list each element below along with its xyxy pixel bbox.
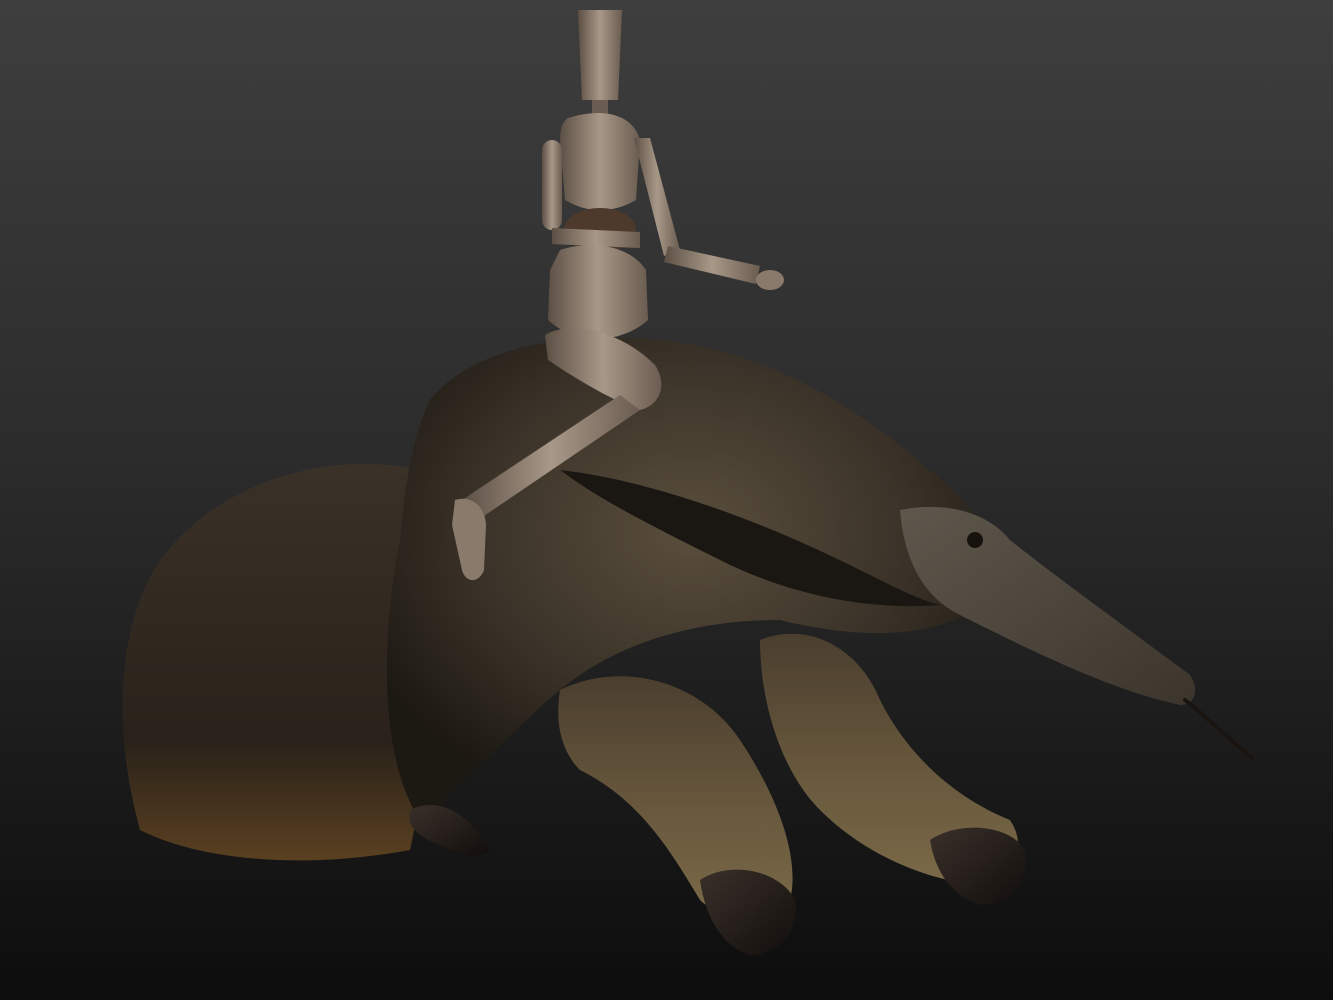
mannequin-forearm-right	[664, 246, 760, 284]
anteater-hind-foot	[409, 804, 490, 856]
anteater-claw-far	[930, 827, 1026, 905]
anteater-eye	[967, 532, 983, 548]
mannequin-hips	[548, 245, 648, 339]
scene-render	[122, 10, 1254, 955]
mannequin-hand-right	[756, 270, 784, 290]
mannequin-chest	[560, 113, 640, 211]
mannequin-neck	[592, 100, 608, 114]
anteater	[122, 337, 1254, 955]
anteater-tail	[122, 464, 431, 861]
mannequin-head	[578, 10, 622, 100]
mannequin-arm-upper-right	[634, 138, 680, 256]
render-viewport	[0, 0, 1333, 1000]
mannequin-arm-upper-left	[542, 140, 562, 230]
anteater-tongue	[1183, 698, 1254, 760]
